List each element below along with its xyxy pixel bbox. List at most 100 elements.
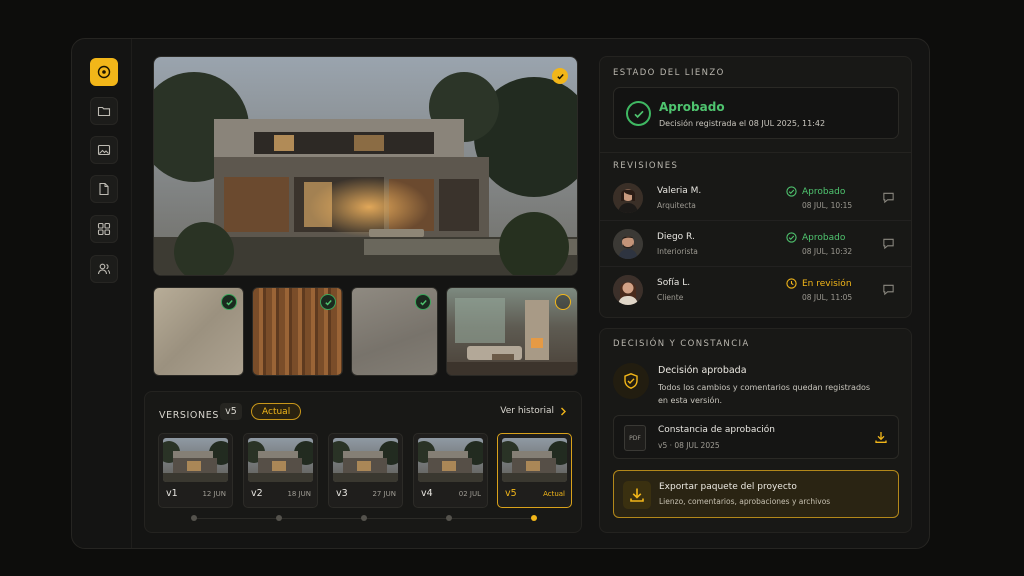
version-card-v4[interactable]: v4 02 JUL [413, 433, 488, 508]
timeline-dot[interactable] [361, 515, 367, 521]
view-history-label: Ver historial [500, 406, 554, 416]
version-card-v1[interactable]: v1 12 JUN [158, 433, 233, 508]
version-thumbnail-image [333, 438, 398, 482]
reviewer-name: Diego R. [657, 232, 695, 242]
current-version-badge: Actual [251, 403, 302, 420]
clock-icon [786, 278, 797, 289]
versions-count-badge: v5 [220, 403, 242, 420]
decision-panel: DECISIÓN Y CONSTANCIA Decisión aprobada … [599, 328, 912, 533]
approved-check-icon [320, 294, 336, 310]
version-date: 02 JUL [458, 490, 481, 498]
sidebar-item-folder[interactable] [90, 97, 118, 125]
pdf-file-icon: PDF [624, 425, 646, 451]
decision-title: DECISIÓN Y CONSTANCIA [613, 339, 750, 349]
review-status-label: Aprobado [802, 186, 846, 197]
versions-panel: VERSIONES v5 Actual Ver historial v1 12 … [144, 391, 582, 533]
approved-check-icon [415, 294, 431, 310]
review-status: Aprobado [786, 186, 845, 197]
version-card-v5[interactable]: v5 Actual [497, 433, 572, 508]
sidebar-item-users[interactable] [90, 255, 118, 283]
export-subtitle: Lienzo, comentarios, aprobaciones y arch… [659, 497, 831, 506]
version-name: v2 [251, 488, 263, 499]
export-project-button[interactable]: Exportar paquete del proyecto Lienzo, co… [613, 470, 899, 518]
export-title: Exportar paquete del proyecto [659, 482, 797, 492]
document-icon [99, 182, 109, 196]
check-circle-icon [786, 186, 797, 197]
reviewer-role: Cliente [657, 293, 684, 302]
version-name: v4 [421, 488, 433, 499]
download-icon [623, 481, 651, 509]
shield-check-icon [613, 363, 649, 399]
approved-check-icon [626, 101, 651, 126]
version-name: v5 [505, 488, 517, 499]
sidebar-item-grid[interactable] [90, 215, 118, 243]
sidebar-item-document[interactable] [90, 175, 118, 203]
canvas-state-panel: ESTADO DEL LIENZO Aprobado Decisión regi… [599, 56, 912, 318]
target-icon [97, 65, 111, 79]
review-status: En revisión [786, 278, 852, 289]
decision-heading: Decisión aprobada [658, 365, 747, 376]
approved-check-icon [221, 294, 237, 310]
comment-icon[interactable] [882, 283, 895, 296]
canvas-status-box: Aprobado Decisión registrada el 08 JUL 2… [613, 87, 899, 139]
version-card-v3[interactable]: v3 27 JUN [328, 433, 403, 508]
canvas-main-image[interactable] [153, 56, 578, 276]
review-status-label: En revisión [802, 278, 852, 289]
timeline-dot[interactable] [191, 515, 197, 521]
download-icon[interactable] [874, 430, 888, 444]
versions-title: VERSIONES [159, 410, 219, 421]
avatar [613, 275, 643, 305]
review-status: Aprobado [786, 232, 845, 243]
reviewer-role: Interiorista [657, 247, 698, 256]
app-window: VERSIONES v5 Actual Ver historial v1 12 … [71, 38, 930, 549]
version-date: 12 JUN [202, 490, 226, 498]
folder-icon [97, 106, 111, 117]
version-date: 27 JUN [372, 490, 396, 498]
version-thumbnail-image [163, 438, 228, 482]
decision-summary: Decisión aprobada Todos los cambios y co… [613, 358, 899, 410]
review-row[interactable]: Valeria M. Arquitecta Aprobado 08 JUL, 1… [600, 175, 911, 221]
sidebar-item-image[interactable] [90, 136, 118, 164]
review-date: 08 JUL, 10:15 [802, 201, 853, 210]
approval-certificate[interactable]: PDF Constancia de aprobación v5 · 08 JUL… [613, 415, 899, 459]
view-history-link[interactable]: Ver historial [500, 406, 567, 416]
version-card-v2[interactable]: v2 18 JUN [243, 433, 318, 508]
reviewer-name: Sofía L. [657, 278, 691, 288]
grid-icon [97, 222, 111, 236]
version-thumbnail-image [502, 438, 567, 482]
version-thumbnail-image [248, 438, 313, 482]
review-date: 08 JUL, 11:05 [802, 293, 853, 302]
comment-icon[interactable] [882, 237, 895, 250]
approved-check-icon [552, 68, 568, 84]
review-status-label: Aprobado [802, 232, 846, 243]
avatar [613, 183, 643, 213]
reviewer-name: Valeria M. [657, 186, 702, 196]
timeline-dot-current[interactable] [531, 515, 537, 521]
canvas-status-detail: Decisión registrada el 08 JUL 2025, 11:4… [659, 119, 826, 128]
sidebar-item-target[interactable] [90, 58, 118, 86]
thumbnail-wood-slats[interactable] [252, 287, 343, 376]
version-name: v3 [336, 488, 348, 499]
review-row[interactable]: Sofía L. Cliente En revisión 08 JUL, 11:… [600, 267, 911, 313]
canvas-state-title: ESTADO DEL LIENZO [613, 68, 725, 78]
divider [600, 152, 911, 153]
reviewer-role: Arquitecta [657, 201, 696, 210]
chevron-right-icon [561, 407, 566, 415]
version-date: 18 JUN [287, 490, 311, 498]
certificate-subtitle: v5 · 08 JUL 2025 [658, 441, 720, 450]
review-date: 08 JUL, 10:32 [802, 247, 853, 256]
users-icon [97, 263, 111, 275]
image-icon [97, 144, 111, 156]
timeline-dot[interactable] [276, 515, 282, 521]
review-row[interactable]: Diego R. Interiorista Aprobado 08 JUL, 1… [600, 221, 911, 267]
thumbnail-stone-texture[interactable] [153, 287, 244, 376]
timeline-dot[interactable] [446, 515, 452, 521]
avatar [613, 229, 643, 259]
comment-icon[interactable] [882, 191, 895, 204]
thumbnail-concrete-texture[interactable] [351, 287, 438, 376]
version-thumbnail-image [418, 438, 483, 482]
decision-text: Todos los cambios y comentarios quedan r… [658, 383, 871, 405]
thumbnail-interior-living[interactable] [446, 287, 578, 376]
certificate-title: Constancia de aprobación [658, 425, 775, 435]
house-render-image [154, 57, 578, 276]
